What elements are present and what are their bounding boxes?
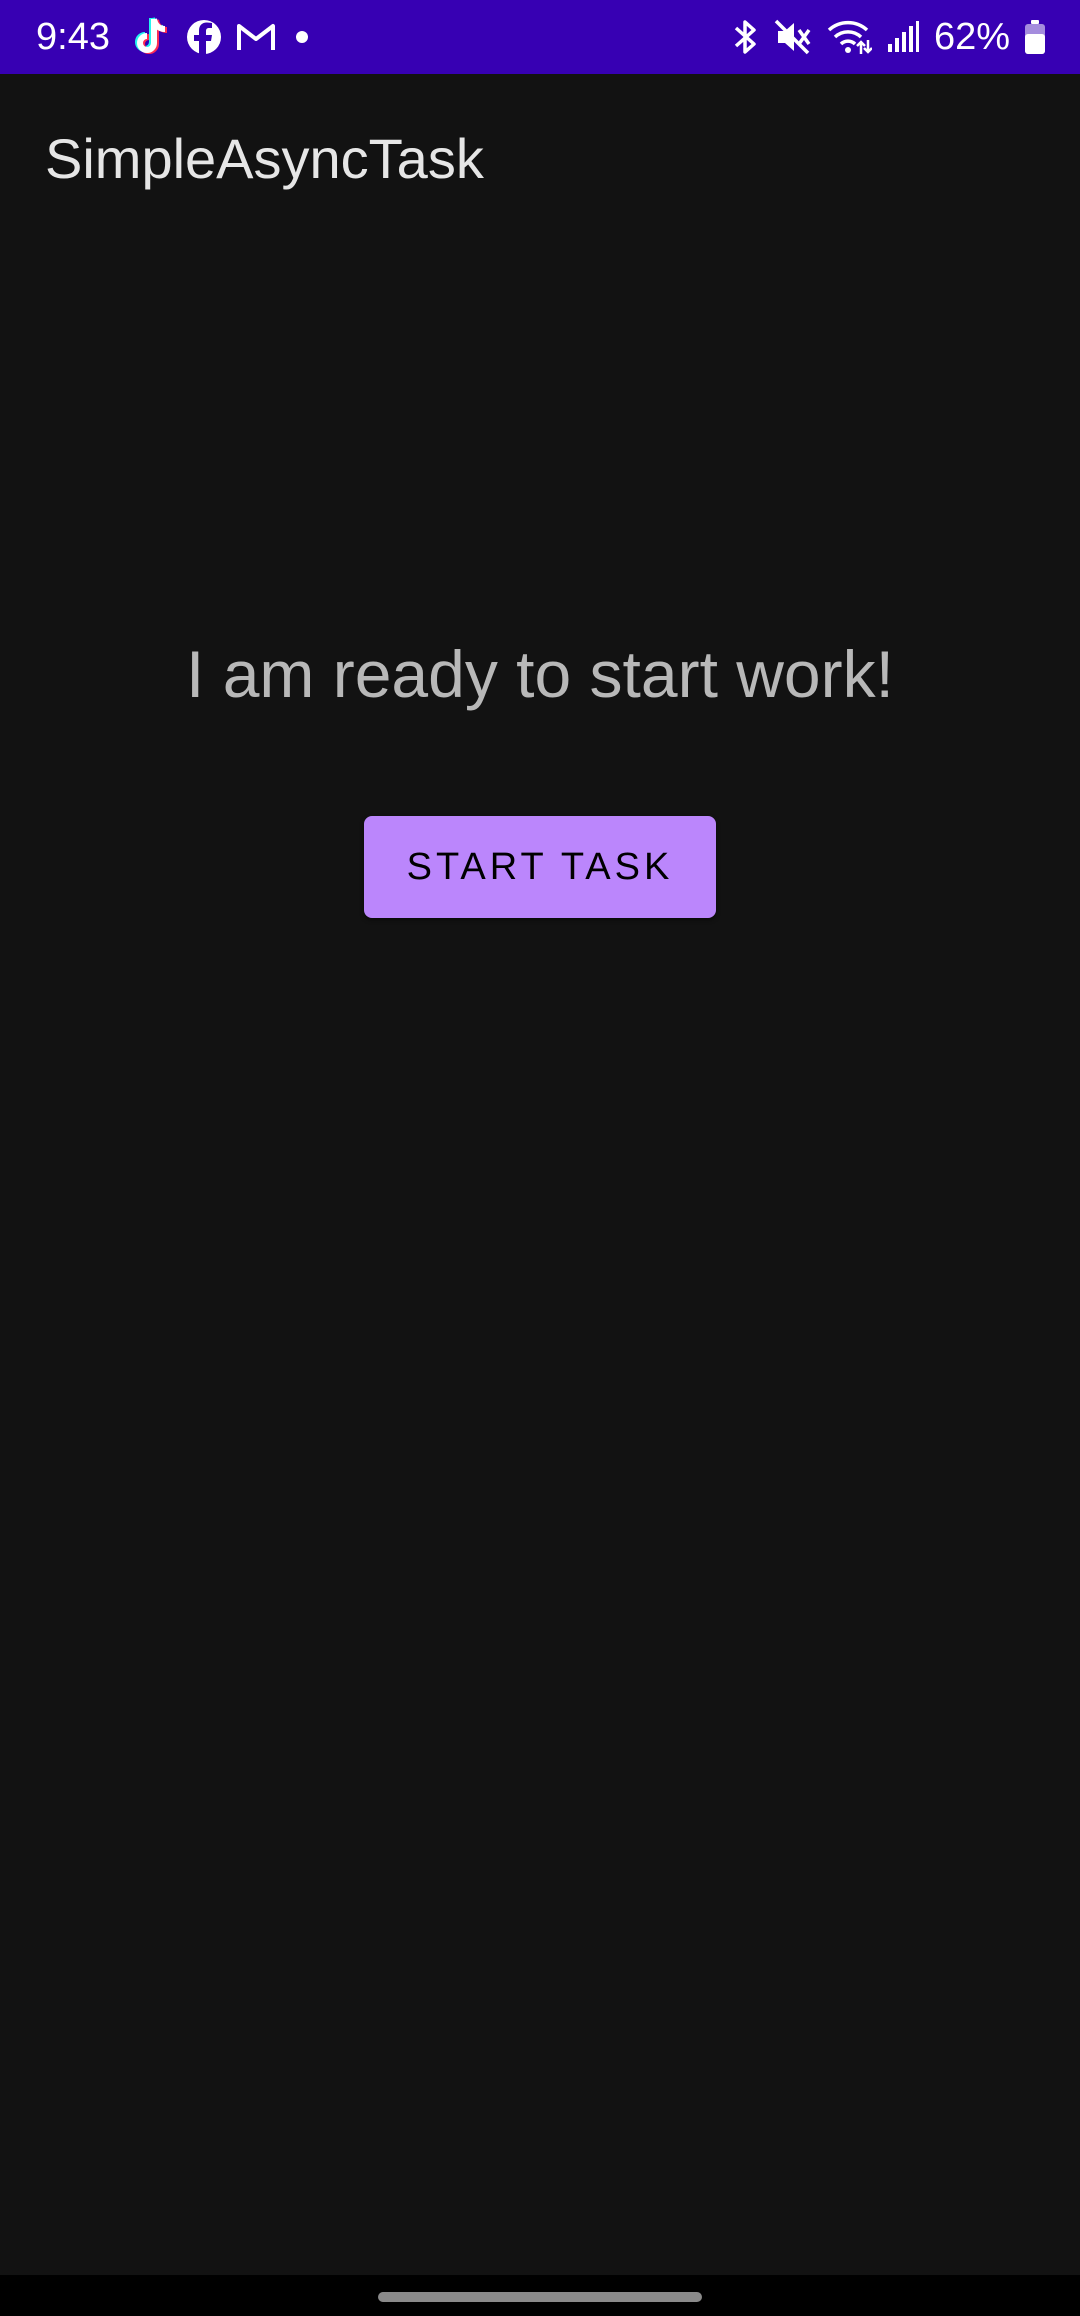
app-screen: 9:43 62% SimpleAsyncTask I am ready to s… (0, 0, 1080, 2316)
tiktok-icon (132, 15, 172, 59)
status-bar-left: 9:43 (36, 0, 314, 74)
navigation-bar (0, 2275, 1080, 2316)
facebook-icon (186, 19, 222, 55)
task-status-text: I am ready to start work! (186, 637, 894, 711)
home-gesture-handle[interactable] (378, 2292, 702, 2302)
battery-icon (1024, 19, 1046, 55)
signal-icon (886, 20, 920, 54)
bluetooth-icon (730, 18, 760, 56)
start-task-button[interactable]: START TASK (364, 816, 716, 918)
battery-percentage: 62% (933, 15, 1010, 58)
app-title: SimpleAsyncTask (45, 127, 484, 190)
mute-icon (774, 19, 812, 55)
app-bar: SimpleAsyncTask (0, 74, 1080, 238)
status-bar: 9:43 62% (0, 0, 1080, 74)
status-bar-right: 62% (730, 0, 1046, 74)
notification-dot-icon (290, 25, 314, 49)
gmail-icon (236, 22, 276, 52)
status-time: 9:43 (36, 15, 110, 58)
wifi-icon (826, 18, 872, 56)
